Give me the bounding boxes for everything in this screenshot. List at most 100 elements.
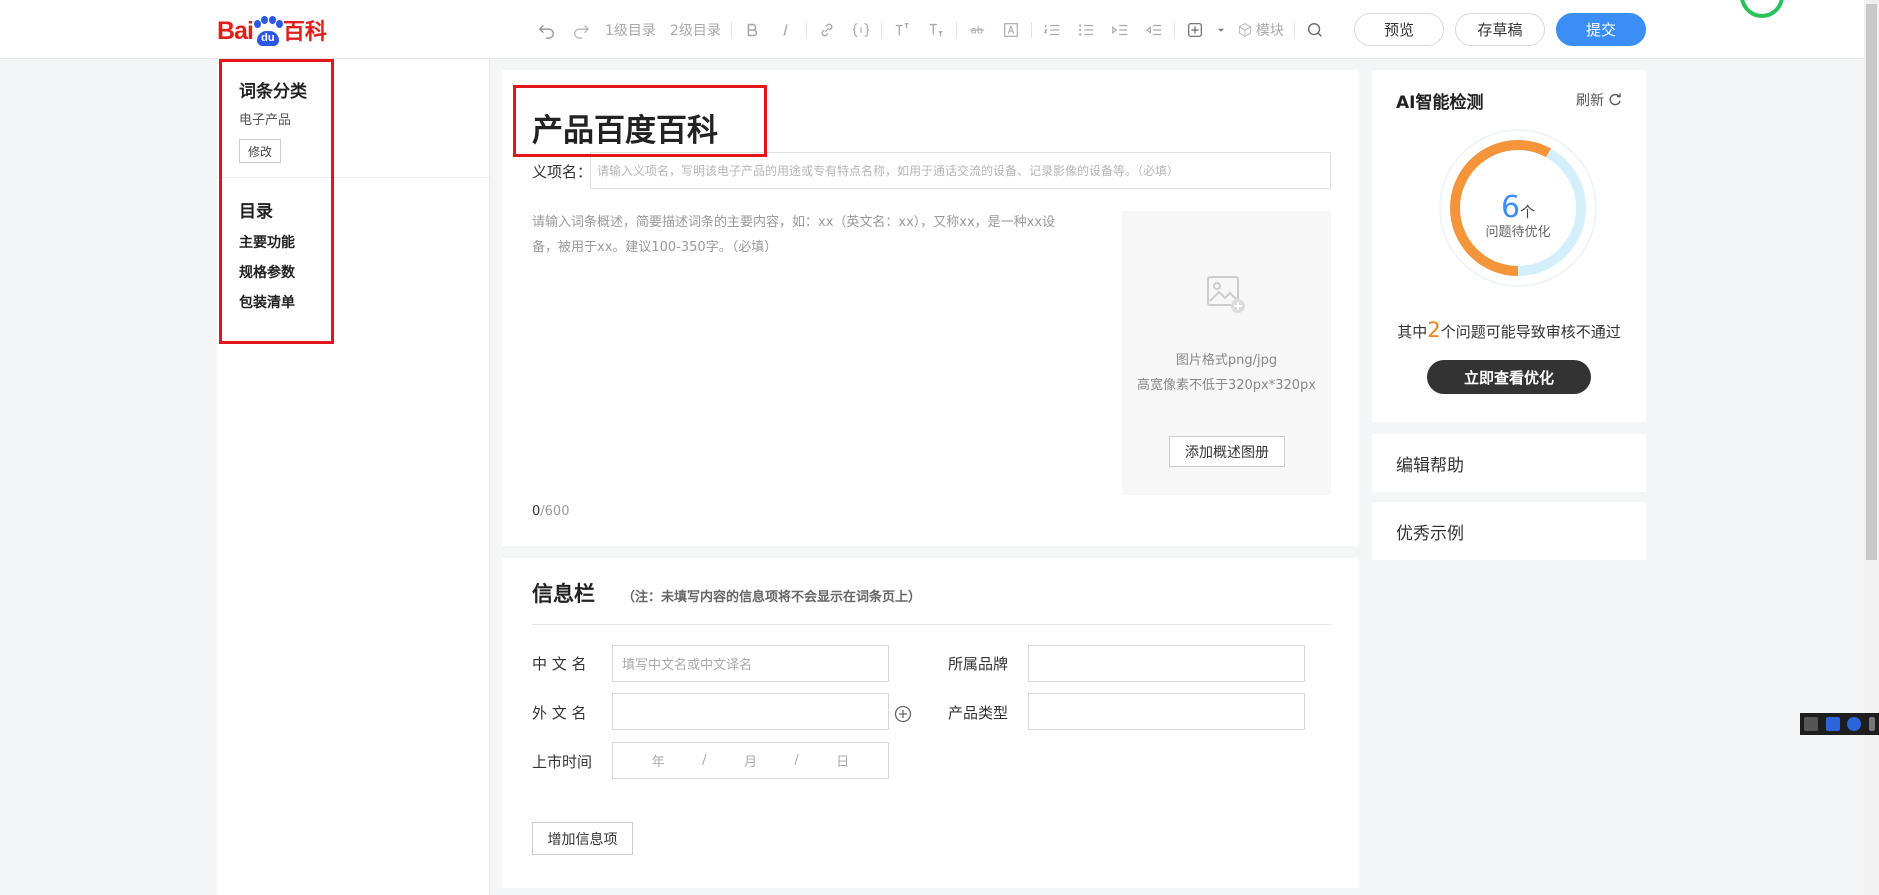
edit-help-label: 编辑帮助 xyxy=(1396,456,1464,476)
toc-level1-button[interactable]: 1级目录 xyxy=(601,16,660,44)
bold-icon[interactable] xyxy=(738,16,766,44)
editor-panel: 产品百度百科 义项名： 请输入义项名，写明该电子产品的用途或专有特点名称，如用于… xyxy=(502,70,1359,546)
issue-count-number: 6 xyxy=(1500,190,1521,225)
infobox-divider xyxy=(532,624,1331,625)
image-add-icon xyxy=(1207,276,1245,313)
toc-title: 目录 xyxy=(239,202,273,222)
cn-name-input[interactable]: 填写中文名或中文译名 xyxy=(612,645,889,682)
logo-baike: 百科 xyxy=(282,20,327,45)
date-label: 上市时间 xyxy=(532,753,593,771)
toolbar-divider xyxy=(1173,22,1175,38)
infobox-panel: 信息栏 （注：未填写内容的信息项将不会显示在词条页上） 中 文 名 填写中文名或… xyxy=(502,558,1359,888)
foreign-name-label: 外 文 名 xyxy=(532,704,587,722)
sense-input[interactable]: 请输入义项名，写明该电子产品的用途或专有特点名称，如用于通话交流的设备、记录影像… xyxy=(590,152,1331,189)
add-album-button[interactable]: 添加概述图册 xyxy=(1169,436,1285,467)
add-info-item-button[interactable]: 增加信息项 xyxy=(532,822,633,855)
page-title[interactable]: 产品百度百科 xyxy=(532,105,718,150)
ai-detection-panel: AI智能检测 刷新 6个 问题待优化 其中2个问题可能导致审核不通过 立即查看优… xyxy=(1372,70,1646,422)
editor-toolbar: 1级目录 2级目录 ab 模块 xyxy=(530,16,1332,44)
scrollbar-thumb[interactable] xyxy=(1866,4,1877,560)
svg-text:ab: ab xyxy=(971,26,983,37)
sense-label: 义项名： xyxy=(532,163,593,181)
desc-prefix: 其中 xyxy=(1397,323,1428,341)
date-input[interactable]: 年 / 月 / 日 xyxy=(612,742,889,779)
edit-help-card[interactable]: 编辑帮助 xyxy=(1372,434,1646,492)
left-sidebar: 词条分类 电子产品 修改 目录 主要功能 规格参数 包装清单 xyxy=(217,59,490,895)
desc-number: 2 xyxy=(1427,318,1441,342)
module-label: 模块 xyxy=(1255,23,1284,39)
brand-input[interactable] xyxy=(1028,645,1305,682)
ai-title: AI智能检测 xyxy=(1396,93,1484,113)
ai-description: 其中2个问题可能导致审核不通过 xyxy=(1372,318,1646,342)
word-count-max: /600 xyxy=(540,504,570,519)
help-icon[interactable] xyxy=(1847,717,1862,731)
image-upload-area[interactable]: 图片格式png/jpg 高宽像素不低于320px*320px 添加概述图册 xyxy=(1122,211,1331,495)
type-label: 产品类型 xyxy=(948,704,1009,722)
type-input[interactable] xyxy=(1028,693,1305,730)
toolbar-divider xyxy=(730,22,732,38)
refresh-icon xyxy=(1609,93,1621,106)
examples-card[interactable]: 优秀示例 xyxy=(1372,502,1646,560)
view-optimize-button[interactable]: 立即查看优化 xyxy=(1427,360,1591,394)
submit-button[interactable]: 提交 xyxy=(1556,13,1646,46)
subscript-icon[interactable] xyxy=(922,16,950,44)
infobox-title: 信息栏 xyxy=(532,582,595,606)
category-section: 词条分类 电子产品 修改 xyxy=(217,59,489,178)
word-counter: 0/600 xyxy=(532,504,569,519)
outdent-icon[interactable] xyxy=(1140,16,1168,44)
options-icon[interactable] xyxy=(1869,717,1876,731)
logo-du: du xyxy=(256,31,279,46)
category-title: 词条分类 xyxy=(239,82,307,102)
cn-name-label: 中 文 名 xyxy=(532,655,587,673)
refresh-label: 刷新 xyxy=(1576,93,1604,109)
redo-icon[interactable] xyxy=(567,16,595,44)
strikethrough-icon[interactable]: ab xyxy=(963,16,991,44)
logo-bai: Bai xyxy=(217,17,254,45)
image-format-hint: 图片格式png/jpg xyxy=(1175,353,1278,368)
formula-icon[interactable] xyxy=(847,16,875,44)
grip-icon xyxy=(1803,717,1818,731)
summary-input[interactable]: 请输入词条概述，简要描述词条的主要内容，如：xx（英文名：xx），又称xx，是一… xyxy=(532,210,1072,260)
toolbar-divider xyxy=(805,22,807,38)
infobox-note: （注：未填写内容的信息项将不会显示在词条页上） xyxy=(622,590,922,605)
toc-item-spec[interactable]: 规格参数 xyxy=(239,262,295,282)
save-draft-button[interactable]: 存草稿 xyxy=(1455,13,1545,46)
unordered-list-icon[interactable] xyxy=(1072,16,1100,44)
ime-toolbar[interactable] xyxy=(1800,713,1879,735)
issue-count: 6个 xyxy=(1438,190,1598,225)
date-sep: / xyxy=(794,753,799,768)
toc-item-main-function[interactable]: 主要功能 xyxy=(239,232,295,252)
toolbar-divider xyxy=(880,22,882,38)
text-box-icon[interactable] xyxy=(997,16,1025,44)
italic-icon[interactable] xyxy=(772,16,800,44)
issue-count-unit: 个 xyxy=(1520,203,1536,221)
search-icon[interactable] xyxy=(1301,16,1329,44)
refresh-button[interactable]: 刷新 xyxy=(1576,90,1622,110)
desc-suffix: 个问题可能导致审核不通过 xyxy=(1440,323,1621,341)
undo-icon[interactable] xyxy=(533,16,561,44)
toc-level2-button[interactable]: 2级目录 xyxy=(666,16,725,44)
ordered-list-icon[interactable] xyxy=(1038,16,1066,44)
modify-category-button[interactable]: 修改 xyxy=(239,139,281,163)
preview-button[interactable]: 预览 xyxy=(1354,13,1444,46)
ime-lang-icon[interactable] xyxy=(1825,717,1840,731)
add-foreign-name-icon[interactable] xyxy=(894,705,912,723)
date-day: 日 xyxy=(836,755,850,770)
loading-arc-icon xyxy=(1730,0,1794,28)
date-month: 月 xyxy=(743,755,757,770)
baidu-baike-logo[interactable]: Bai du 百科 xyxy=(217,12,327,46)
foreign-name-input[interactable] xyxy=(612,693,889,730)
examples-label: 优秀示例 xyxy=(1396,524,1464,544)
indent-icon[interactable] xyxy=(1106,16,1134,44)
page-scrollbar[interactable] xyxy=(1864,0,1879,895)
superscript-icon[interactable] xyxy=(888,16,916,44)
toc-item-package[interactable]: 包装清单 xyxy=(239,292,295,312)
date-sep: / xyxy=(702,753,707,768)
top-bar: Bai du 百科 1级目录 2级目录 ab 模块 预览 存草稿 提交 xyxy=(0,0,1864,59)
insert-icon[interactable] xyxy=(1181,16,1209,44)
chevron-down-icon[interactable] xyxy=(1215,16,1227,44)
module-button[interactable]: 模块 xyxy=(1233,16,1288,44)
link-icon[interactable] xyxy=(813,16,841,44)
paw-icon: du xyxy=(253,16,283,46)
cube-icon xyxy=(1238,23,1251,37)
